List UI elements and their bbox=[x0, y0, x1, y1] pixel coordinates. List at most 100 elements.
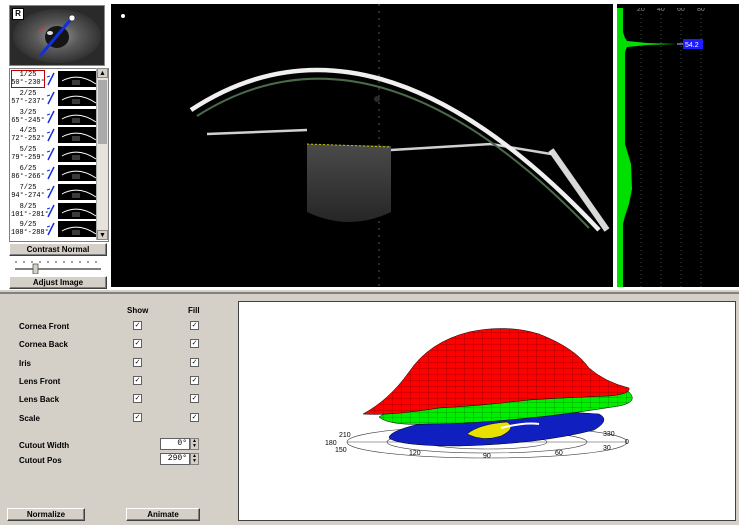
layer-label: Cornea Back bbox=[19, 340, 68, 350]
eye-overview-thumbnail[interactable]: R bbox=[9, 5, 105, 66]
layer-show-checkbox[interactable]: ✓ bbox=[133, 412, 142, 422]
scan-list-item-label: 8/25 101°-281° bbox=[11, 202, 49, 220]
scan-thumbnail bbox=[58, 146, 98, 163]
layer-show-checkbox[interactable]: ✓ bbox=[133, 394, 142, 404]
layer-show-checkbox[interactable]: ✓ bbox=[133, 321, 142, 330]
image-adjust-slider[interactable] bbox=[13, 258, 103, 274]
scroll-thumb[interactable] bbox=[98, 80, 107, 144]
scan-viewer-panel: R 1/25 50°-230° 2/25 57°-237° 3/25 65°-245° 4/… bbox=[0, 0, 739, 290]
scan-list-item-label: 1/25 50°-230° bbox=[11, 70, 45, 88]
3d-anterior-chamber-view[interactable]: 210 180 150 120 90 60 30 330 0 bbox=[238, 301, 736, 521]
scan-index: 3/25 bbox=[19, 108, 37, 117]
fill-column-header: Fill bbox=[188, 306, 200, 315]
scroll-down-icon[interactable]: ▼ bbox=[97, 230, 108, 240]
normalize-button[interactable]: Normalize bbox=[7, 508, 85, 521]
layer-fill-checkbox[interactable]: ✓ bbox=[190, 412, 199, 422]
scan-list-item[interactable]: 7/25 94°-274° bbox=[10, 183, 98, 201]
scan-angle: 65°-245° bbox=[11, 116, 45, 125]
cutout-width-input[interactable]: 0° bbox=[160, 438, 190, 450]
scan-list-item-label: 4/25 72°-252° bbox=[11, 126, 45, 144]
show-column-header: Show bbox=[127, 306, 149, 315]
scan-direction-icon bbox=[46, 110, 55, 123]
scan-angle: 94°-274° bbox=[11, 191, 45, 200]
scale-label: 90 bbox=[483, 453, 491, 460]
scan-list-item[interactable]: 3/25 65°-245° bbox=[10, 108, 98, 126]
layer-label: Cornea Front bbox=[19, 322, 70, 331]
scan-thumbnail bbox=[58, 108, 98, 125]
scan-index: 7/25 bbox=[19, 183, 37, 192]
scan-direction-icon bbox=[46, 91, 55, 105]
cutout-width-label: Cutout Width bbox=[19, 441, 70, 450]
scan-thumbnail bbox=[58, 127, 98, 144]
scan-list-item[interactable]: 4/25 72°-252° bbox=[10, 126, 98, 144]
scan-angle: 72°-252° bbox=[11, 135, 45, 144]
scan-direction-icon bbox=[46, 166, 55, 180]
scan-thumbnail bbox=[58, 202, 98, 219]
scan-angle: 57°-237° bbox=[11, 97, 45, 106]
scan-list-item-label: 5/25 79°-259° bbox=[11, 145, 45, 163]
layer-fill-checkbox[interactable]: ✓ bbox=[190, 321, 199, 330]
scale-label: 120 bbox=[409, 450, 421, 457]
scale-label: 150 bbox=[335, 447, 347, 454]
scan-direction-icon bbox=[46, 147, 55, 161]
scan-list[interactable]: 1/25 50°-230° 2/25 57°-237° 3/25 65°-245° 4/25… bbox=[9, 68, 109, 242]
animate-button[interactable]: Animate bbox=[126, 508, 200, 521]
layer-show-checkbox[interactable]: ✓ bbox=[133, 339, 142, 349]
scan-thumbnail bbox=[58, 183, 98, 200]
scan-list-scrollbar[interactable]: ▲ ▼ bbox=[96, 68, 108, 240]
scan-index: 8/25 bbox=[19, 202, 37, 211]
layer-fill-checkbox[interactable]: ✓ bbox=[190, 394, 199, 404]
scan-list-item[interactable]: 2/25 57°-237° bbox=[10, 89, 98, 107]
scan-list-item-label: 6/25 86°-266° bbox=[11, 164, 45, 182]
contrast-button[interactable]: Contrast Normal bbox=[9, 243, 107, 256]
scan-index: 5/25 bbox=[19, 146, 37, 155]
adjust-image-button[interactable]: Adjust Image bbox=[9, 276, 107, 289]
scan-angle: 108°-288° bbox=[11, 229, 49, 238]
scale-label: 0 bbox=[625, 439, 629, 446]
layer-label: Lens Back bbox=[19, 395, 60, 405]
scan-list-item[interactable]: 6/25 86°-266° bbox=[10, 164, 98, 182]
cutout-pos-input[interactable]: 290° bbox=[160, 453, 190, 465]
cutout-width-spinner[interactable]: ▲ ▼ bbox=[190, 438, 199, 450]
scan-angle: 50°-230° bbox=[11, 79, 45, 87]
scale-label: 330 bbox=[603, 431, 615, 438]
scale-label: 180 bbox=[325, 440, 337, 447]
eye-overview-image bbox=[10, 6, 104, 65]
scan-angle: 101°-281° bbox=[11, 210, 49, 219]
3d-model-graphic: 210 180 150 120 90 60 30 330 0 bbox=[325, 328, 633, 460]
scan-direction-icon bbox=[46, 185, 55, 199]
scan-list-item[interactable]: 9/25 108°-288° bbox=[10, 220, 98, 238]
densitogram-graphic: 20 40 60 80 54.2 bbox=[617, 4, 739, 287]
cutout-pos-spinner[interactable]: ▲ ▼ bbox=[190, 453, 199, 465]
scan-thumbnail bbox=[58, 71, 98, 87]
scan-direction-handle bbox=[68, 14, 76, 22]
scan-list-item-label: 2/25 57°-237° bbox=[11, 89, 45, 107]
scan-list-item[interactable]: 8/25 101°-281° bbox=[10, 202, 98, 220]
scan-list-item[interactable]: 5/25 79°-259° bbox=[10, 145, 98, 163]
scan-angle: 86°-266° bbox=[11, 173, 45, 181]
scan-thumbnail bbox=[58, 165, 98, 181]
scale-label: 60 bbox=[555, 450, 563, 457]
scale-label: 30 bbox=[603, 445, 611, 452]
layer-fill-checkbox[interactable]: ✓ bbox=[190, 339, 199, 349]
layer-label: Scale bbox=[19, 413, 40, 423]
layer-show-checkbox[interactable]: ✓ bbox=[133, 357, 142, 367]
slider-thumb bbox=[32, 263, 39, 274]
scheimpflug-image-graphic bbox=[111, 4, 613, 287]
scheimpflug-image[interactable] bbox=[111, 4, 613, 287]
scan-angle: 79°-259° bbox=[11, 154, 45, 163]
layer-fill-checkbox[interactable]: ✓ bbox=[190, 357, 199, 367]
layer-label: Lens Front bbox=[19, 376, 61, 386]
scan-list-item[interactable]: 1/25 50°-230° bbox=[10, 70, 98, 88]
scan-direction-icon bbox=[46, 72, 55, 86]
scan-thumbnail bbox=[58, 221, 98, 238]
scan-thumbnail bbox=[58, 89, 98, 106]
layer-fill-checkbox[interactable]: ✓ bbox=[190, 375, 199, 385]
cutout-pos-label: Cutout Pos bbox=[19, 456, 62, 465]
scale-label: 210 bbox=[339, 432, 351, 439]
layer-show-checkbox[interactable]: ✓ bbox=[133, 375, 142, 385]
scan-direction-icon bbox=[46, 223, 55, 236]
scan-list-item-label: 7/25 94°-274° bbox=[11, 183, 45, 201]
scan-index: 1/25 bbox=[19, 71, 37, 79]
scroll-up-icon[interactable]: ▲ bbox=[97, 68, 108, 78]
